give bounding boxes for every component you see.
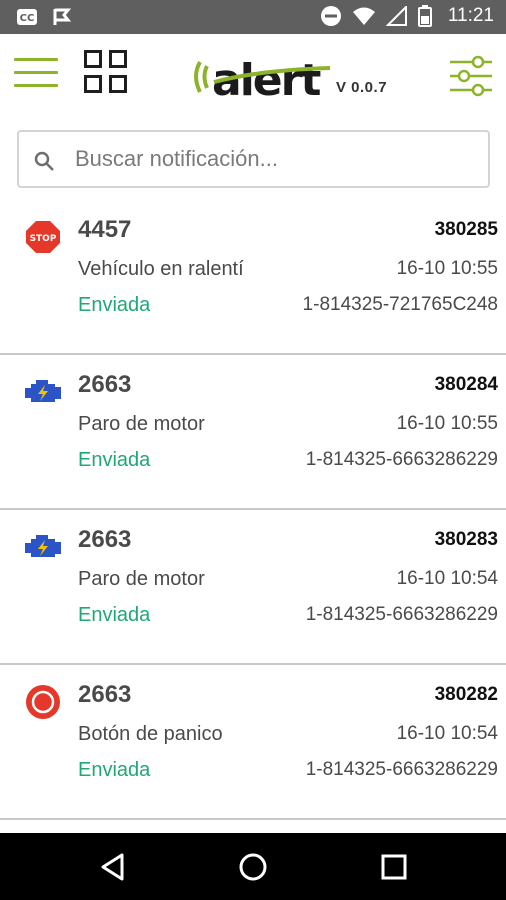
notification-id: 380284 [434, 374, 498, 395]
app-logo: alert [194, 55, 331, 102]
signal-icon [385, 6, 407, 26]
device-reference: 1-814325-6663286229 [305, 759, 498, 780]
event-code: 2663 [78, 681, 132, 708]
device-reference: 1-814325-6663286229 [305, 449, 498, 470]
flag-icon [53, 8, 72, 25]
sliders-icon [450, 55, 492, 97]
timestamp: 16-10 10:54 [396, 723, 498, 744]
grid-icon [84, 75, 102, 93]
notification-id: 380283 [434, 529, 498, 550]
cc-icon: CC [17, 9, 37, 25]
notification-list: STOP 4457 Vehículo en ralentí Enviada 38… [0, 200, 506, 820]
wifi-icon [352, 7, 375, 25]
status-bar: CC 11:21 [0, 0, 506, 34]
grid-icon [84, 50, 102, 68]
recents-icon[interactable] [378, 851, 410, 883]
status-text: Enviada [78, 604, 151, 626]
panic-button-icon [26, 685, 60, 719]
timestamp: 16-10 10:55 [396, 258, 498, 279]
search-icon [34, 151, 54, 171]
app-bar: alert V 0.0.7 [0, 34, 506, 118]
app-version: V 0.0.7 [336, 79, 388, 96]
event-description: Paro de motor [78, 413, 205, 435]
notification-id: 380282 [434, 684, 498, 705]
home-icon[interactable] [237, 851, 269, 883]
notification-item[interactable]: STOP 4457 Vehículo en ralentí Enviada 38… [0, 200, 506, 355]
event-description: Botón de panico [78, 723, 223, 745]
engine-icon [25, 380, 61, 402]
svg-text:CC: CC [20, 13, 35, 24]
engine-icon [25, 535, 61, 557]
grid-icon [109, 75, 127, 93]
status-text: Enviada [78, 449, 151, 471]
clock: 11:21 [447, 5, 494, 26]
device-reference: 1-814325-6663286229 [305, 604, 498, 625]
stop-sign-icon: STOP [26, 221, 60, 253]
notification-item[interactable]: 2663 Paro de motor Enviada 380283 16-10 … [0, 510, 506, 665]
search-input[interactable] [75, 140, 475, 178]
event-code: 2663 [78, 526, 132, 553]
event-code: 4457 [78, 216, 132, 243]
menu-icon [14, 71, 58, 74]
status-text: Enviada [78, 759, 151, 781]
svg-text:STOP: STOP [30, 234, 57, 244]
menu-icon [14, 58, 58, 61]
battery-icon [417, 5, 432, 27]
system-nav-bar [0, 833, 506, 900]
status-text: Enviada [78, 294, 151, 316]
event-description: Vehículo en ralentí [78, 258, 244, 280]
timestamp: 16-10 10:55 [396, 413, 498, 434]
menu-icon [14, 84, 58, 87]
timestamp: 16-10 10:54 [396, 568, 498, 589]
grid-view-button[interactable] [84, 50, 128, 94]
notification-id: 380285 [434, 219, 498, 240]
device-reference: 1-814325-721765C248 [302, 294, 498, 315]
grid-icon [109, 50, 127, 68]
notification-item[interactable]: 2663 Botón de panico Enviada 380282 16-1… [0, 665, 506, 820]
back-icon[interactable] [98, 851, 130, 883]
menu-button[interactable] [14, 54, 58, 90]
do-not-disturb-icon [320, 6, 341, 26]
filter-settings-button[interactable] [448, 54, 494, 98]
notification-item[interactable]: 2663 Paro de motor Enviada 380284 16-10 … [0, 355, 506, 510]
event-description: Paro de motor [78, 568, 205, 590]
search-box [17, 130, 490, 188]
event-code: 2663 [78, 371, 132, 398]
